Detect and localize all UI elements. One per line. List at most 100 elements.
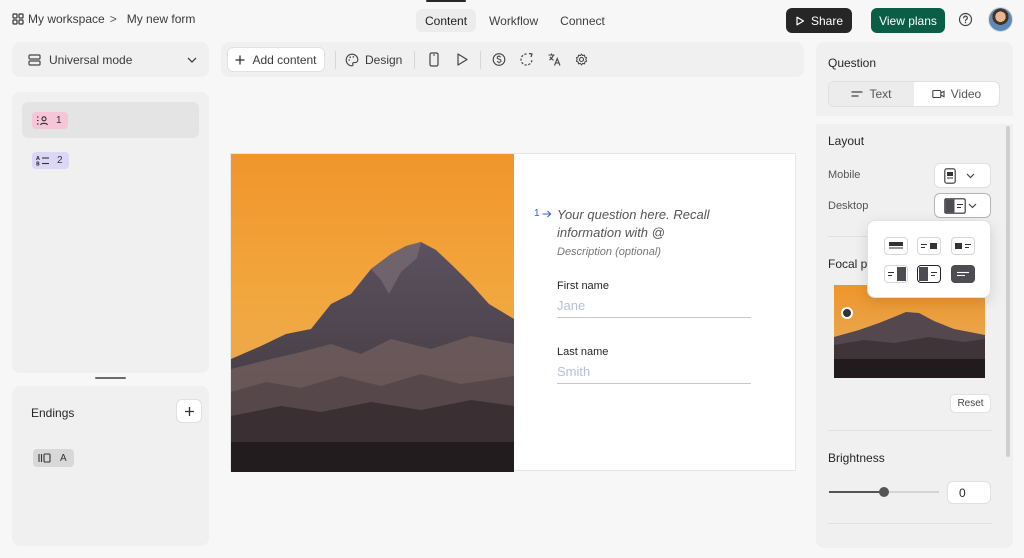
tab-content[interactable]: Content: [416, 0, 477, 32]
question-type-toggle: Text Video: [828, 81, 1000, 107]
tab-connect[interactable]: Connect: [551, 9, 614, 32]
endings-title: Endings: [31, 406, 75, 420]
play-icon: [795, 16, 805, 26]
list-item[interactable]: AB 2: [22, 142, 199, 178]
translate-icon[interactable]: [547, 52, 562, 67]
last-name-field[interactable]: Smith: [557, 364, 751, 384]
breadcrumb-form-name[interactable]: My new form: [127, 12, 196, 26]
contact-icon: [36, 115, 49, 126]
layout-split-icon: [944, 197, 966, 214]
share-label: Share: [810, 13, 844, 28]
ending-item[interactable]: A: [33, 449, 74, 467]
first-name-field[interactable]: Jane: [557, 298, 751, 318]
brightness-slider-fill: [829, 491, 884, 493]
settings-scrollbar[interactable]: [1006, 126, 1010, 457]
add-content-button[interactable]: Add content: [227, 47, 325, 72]
section-divider: [828, 430, 992, 431]
question-badge: AB 2: [32, 151, 69, 169]
panel-resize-handle[interactable]: [95, 377, 126, 379]
brightness-slider[interactable]: [829, 487, 939, 497]
question-badge: 1: [32, 111, 68, 129]
layout-section-title: Layout: [828, 134, 865, 148]
stack-icon: [28, 53, 41, 66]
layout-option-float-right[interactable]: [917, 237, 941, 255]
ending-label: A: [60, 452, 67, 464]
video-option-label: Video: [950, 87, 982, 101]
focal-point-image[interactable]: [834, 285, 985, 378]
plus-icon: [235, 55, 245, 65]
last-name-label[interactable]: Last name: [557, 346, 608, 358]
play-icon[interactable]: [455, 52, 469, 67]
svg-text:B: B: [36, 161, 40, 166]
logic-icon[interactable]: [519, 52, 534, 67]
focal-point-handle[interactable]: [841, 307, 853, 319]
mobile-label: Mobile: [828, 169, 861, 181]
breadcrumb: My workspace > My new form: [12, 12, 195, 26]
video-icon: [932, 89, 945, 99]
top-bar: My workspace > My new form Content Workf…: [0, 0, 1024, 40]
layout-stack-icon: [944, 167, 956, 184]
chevron-down-icon: [966, 173, 975, 179]
question-list: 1 AB 2: [12, 92, 209, 373]
mode-label: Universal mode: [49, 52, 133, 67]
toolbar-divider: [480, 51, 481, 69]
arrow-right-icon: [542, 210, 552, 218]
layout-option-stack[interactable]: [884, 237, 908, 255]
brightness-slider-thumb[interactable]: [879, 487, 889, 497]
question-description[interactable]: Description (optional): [557, 246, 661, 258]
first-name-label[interactable]: First name: [557, 280, 609, 292]
tab-workflow[interactable]: Workflow: [480, 9, 547, 32]
ending-icon: [38, 453, 51, 463]
breadcrumb-workspace[interactable]: My workspace: [28, 12, 105, 26]
brightness-input[interactable]: 0: [947, 481, 991, 504]
chevron-down-icon: [968, 203, 977, 209]
share-button[interactable]: Share: [786, 8, 852, 33]
view-plans-button[interactable]: View plans: [871, 8, 945, 33]
layout-option-split-left[interactable]: [917, 265, 941, 283]
layout-options-popup: [867, 220, 991, 298]
design-label: Design: [365, 52, 403, 67]
toolbar-divider: [414, 51, 415, 69]
help-icon[interactable]: [958, 12, 973, 27]
add-ending-button[interactable]: [176, 399, 202, 423]
mobile-layout-dropdown[interactable]: [934, 163, 991, 188]
workspace-grid-icon[interactable]: [12, 13, 24, 25]
question-number: 2: [57, 154, 63, 166]
mode-selector[interactable]: Universal mode: [12, 42, 209, 77]
user-avatar[interactable]: [988, 7, 1013, 32]
question-title[interactable]: Your question here. Recall information w…: [557, 206, 757, 242]
endings-panel: Endings A: [12, 386, 209, 546]
breadcrumb-separator: >: [109, 12, 117, 26]
plus-icon: [184, 406, 195, 417]
add-content-label: Add content: [252, 52, 317, 67]
design-button[interactable]: Design: [345, 47, 402, 72]
main-tabs: Content Workflow Connect: [416, 0, 614, 32]
question-number: 1: [534, 208, 540, 219]
toolbar-divider: [335, 51, 336, 69]
mobile-preview-icon[interactable]: [428, 52, 440, 67]
text-list-icon: AB: [36, 155, 50, 166]
layout-option-wallpaper[interactable]: [951, 265, 975, 283]
desktop-layout-dropdown[interactable]: [934, 193, 991, 218]
text-option[interactable]: Text: [829, 82, 914, 106]
editor-toolbar: Add content Design: [221, 42, 804, 77]
section-divider: [828, 523, 992, 524]
palette-icon: [345, 53, 359, 67]
section-gap: [816, 116, 1013, 124]
currency-icon[interactable]: [492, 52, 506, 67]
list-item[interactable]: 1: [22, 102, 199, 138]
question-number-indicator: 1: [534, 208, 552, 219]
layout-option-float-left[interactable]: [951, 237, 975, 255]
brightness-title: Brightness: [828, 451, 885, 465]
mountain-image[interactable]: [231, 154, 514, 472]
question-section-title: Question: [828, 56, 877, 70]
text-option-label: Text: [869, 87, 892, 101]
chevron-down-icon: [187, 57, 197, 63]
video-option[interactable]: Video: [914, 82, 999, 106]
text-lines-icon: [851, 90, 863, 98]
question-number: 1: [56, 114, 62, 126]
reset-button[interactable]: Reset: [950, 394, 991, 413]
gear-icon[interactable]: [574, 52, 589, 67]
layout-option-split-right[interactable]: [884, 265, 908, 283]
desktop-label: Desktop: [828, 200, 869, 212]
